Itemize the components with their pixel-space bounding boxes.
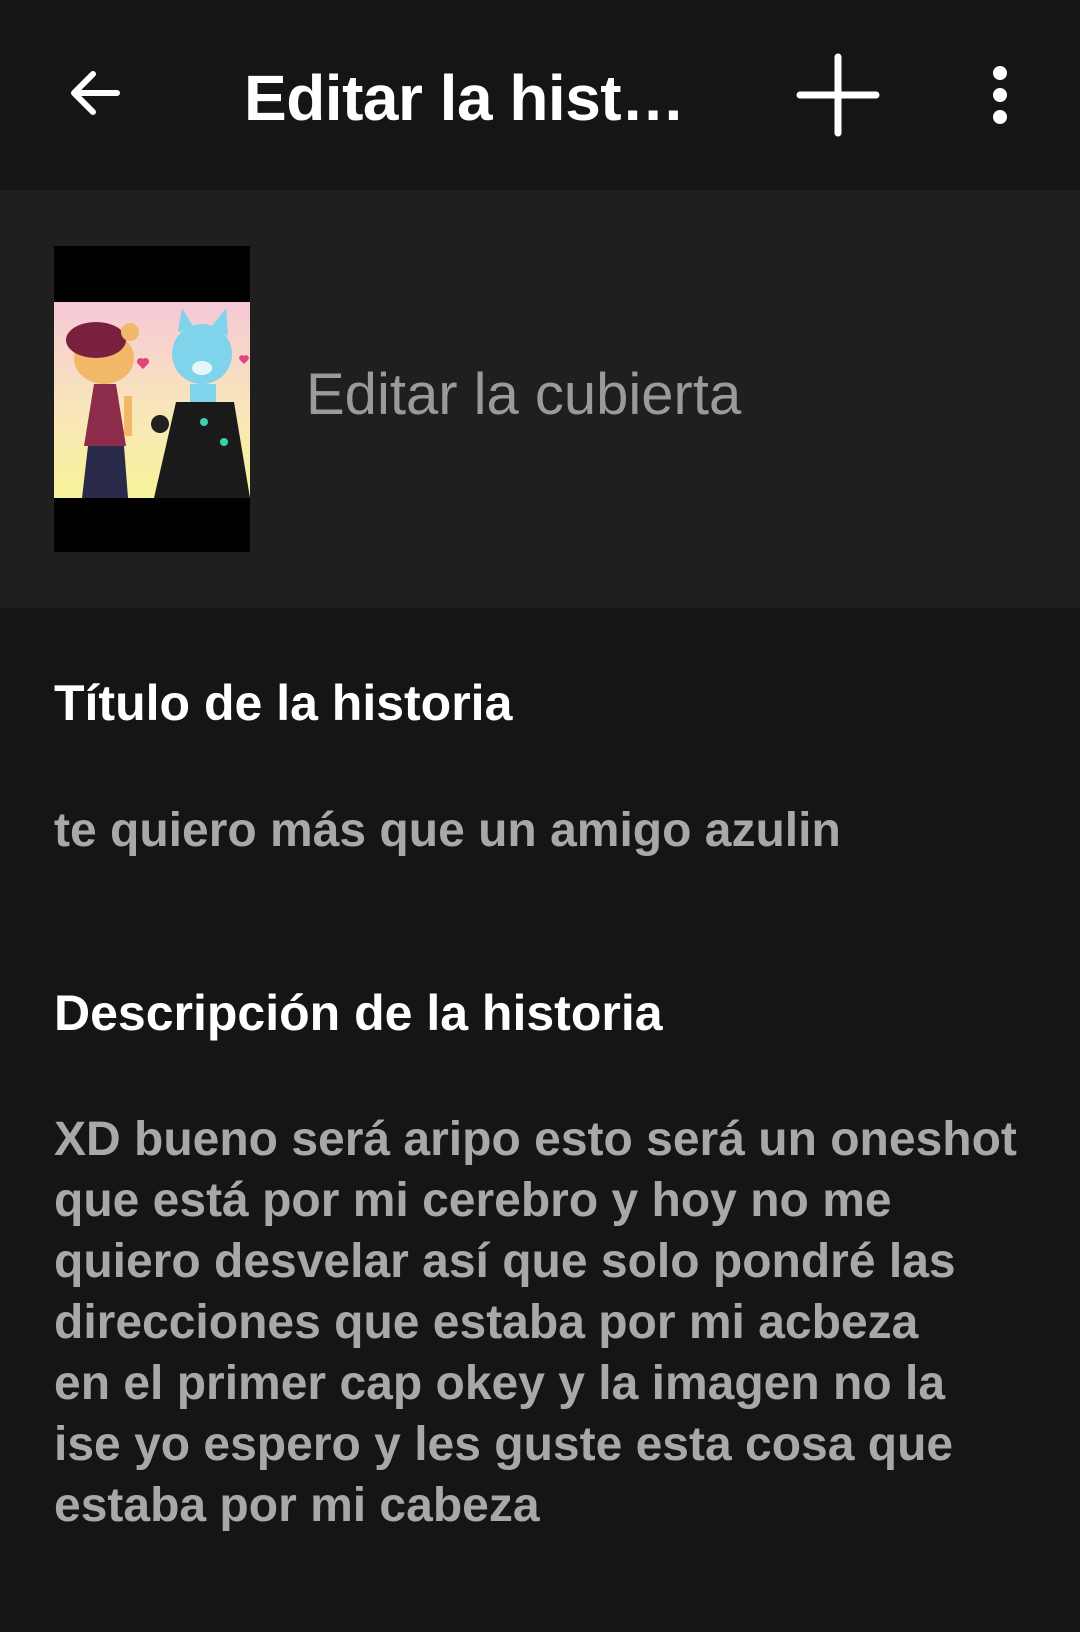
page-title: Editar la historia bbox=[244, 62, 714, 134]
top-app-bar: Editar la historia bbox=[0, 0, 1080, 190]
story-description-field[interactable]: XD bueno será aripo esto será un oneshot… bbox=[54, 1109, 1054, 1536]
back-button[interactable] bbox=[50, 50, 140, 140]
plus-icon bbox=[796, 53, 880, 142]
edit-cover-row[interactable]: Editar la cubierta bbox=[0, 190, 1080, 608]
more-options-button[interactable] bbox=[965, 55, 1035, 140]
story-description-label: Descripción de la historia bbox=[54, 985, 663, 1041]
arrow-left-icon bbox=[65, 63, 125, 128]
add-part-button[interactable] bbox=[790, 50, 885, 145]
more-vertical-icon bbox=[988, 65, 1012, 130]
story-title-label: Título de la historia bbox=[54, 675, 513, 731]
cover-thumbnail[interactable] bbox=[54, 246, 250, 552]
story-title-field[interactable]: te quiero más que un amigo azulin bbox=[54, 800, 841, 861]
edit-cover-label: Editar la cubierta bbox=[306, 362, 742, 427]
edit-story-screen: Editar la historia Editar la cubierta Tí… bbox=[0, 0, 1080, 1632]
